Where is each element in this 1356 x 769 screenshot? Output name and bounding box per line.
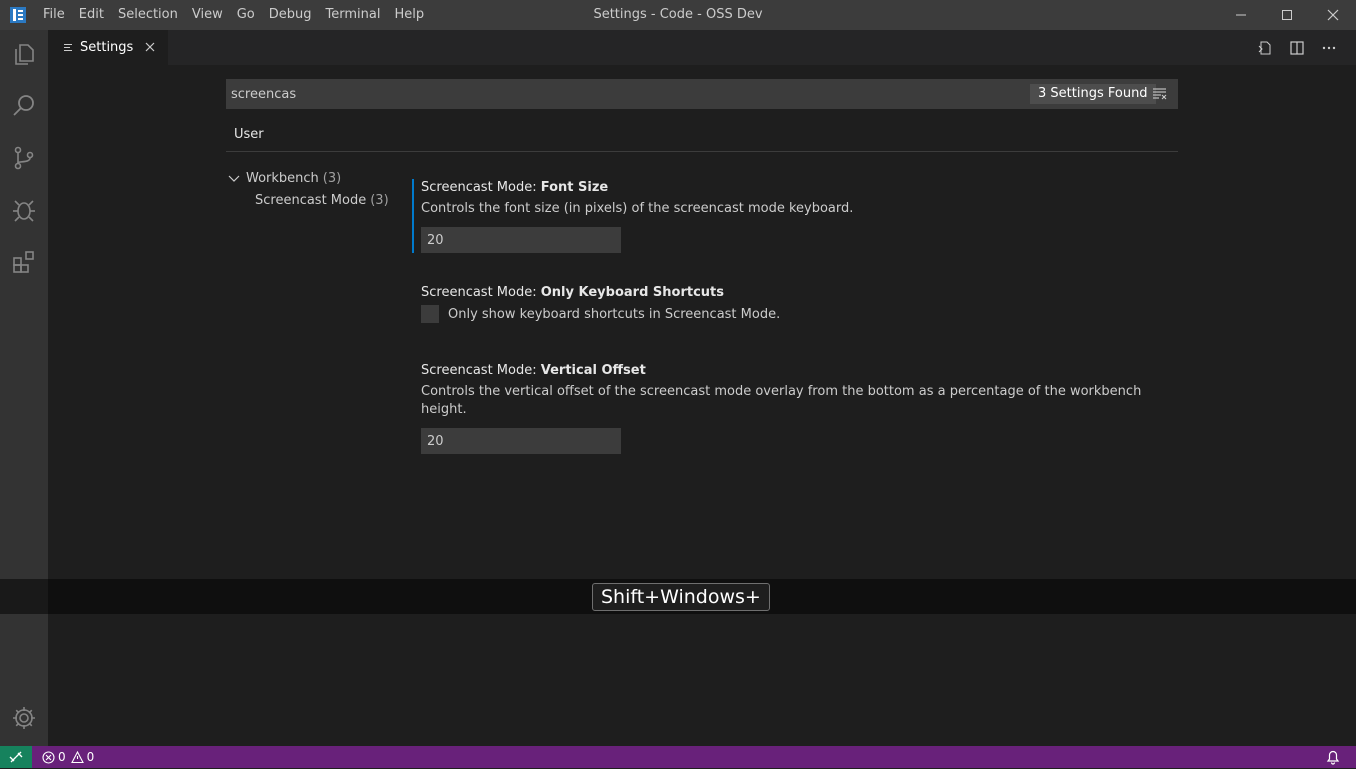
close-window-button[interactable] (1310, 0, 1356, 30)
menu-bar: File Edit Selection View Go Debug Termin… (36, 0, 431, 30)
checkbox-label: Only show keyboard shortcuts in Screenca… (448, 306, 781, 322)
error-count: 0 (58, 750, 66, 764)
screencast-keys: Shift+Windows+ (592, 583, 770, 611)
menu-debug[interactable]: Debug (262, 0, 319, 30)
setting-description: Controls the font size (in pixels) of th… (421, 201, 854, 216)
notifications-bell-icon[interactable] (1326, 749, 1342, 765)
scope-divider (226, 151, 1178, 152)
setting-title: Screencast Mode: Vertical Offset (421, 362, 1171, 380)
close-icon (1327, 9, 1339, 21)
clear-filter-icon[interactable] (1152, 86, 1168, 102)
debug-icon[interactable] (0, 186, 48, 234)
source-control-icon[interactable] (0, 134, 48, 182)
menu-go[interactable]: Go (230, 0, 262, 30)
remote-indicator-icon[interactable] (0, 746, 32, 768)
explorer-icon[interactable] (0, 30, 48, 78)
settings-search-input[interactable] (226, 79, 1006, 109)
maximize-icon (1282, 10, 1292, 20)
extensions-icon[interactable] (0, 238, 48, 286)
toc-count: (3) (370, 192, 389, 208)
error-icon (42, 750, 55, 764)
setting-category: Screencast Mode: (421, 363, 541, 378)
vertical-offset-input[interactable] (421, 428, 621, 454)
setting-category: Screencast Mode: (421, 180, 541, 195)
toc-label: Screencast Mode (255, 192, 367, 208)
setting-font-size: Screencast Mode: Font Size Controls the … (412, 179, 1171, 253)
setting-only-keyboard-shortcuts: Screencast Mode: Only Keyboard Shortcuts… (412, 284, 1171, 323)
window-controls (1218, 0, 1356, 30)
toc-item-screencast-mode[interactable]: Screencast Mode (3) (226, 189, 406, 211)
settings-count-badge: 3 Settings Found (1030, 84, 1156, 104)
minimize-icon (1236, 14, 1246, 16)
font-size-input[interactable] (421, 227, 621, 253)
title-bar: File Edit Selection View Go Debug Termin… (0, 0, 1356, 30)
setting-title: Screencast Mode: Only Keyboard Shortcuts (421, 284, 1171, 302)
tab-close-icon[interactable] (142, 39, 158, 55)
manage-gear-icon[interactable] (0, 696, 48, 740)
maximize-button[interactable] (1264, 0, 1310, 30)
editor-tabs: Settings (48, 30, 1356, 65)
chevron-down-icon (228, 175, 240, 182)
setting-name: Vertical Offset (540, 363, 646, 378)
settings-toc: Workbench (3) Screencast Mode (3) (226, 167, 406, 211)
app-logo-icon (0, 0, 36, 30)
scope-tab-user[interactable]: User (226, 123, 272, 152)
tab-label: Settings (80, 40, 134, 55)
settings-file-icon (64, 43, 78, 53)
open-settings-json-icon[interactable] (1254, 37, 1276, 59)
setting-description: Controls the vertical offset of the scre… (421, 384, 1142, 417)
status-bar: 0 0 (0, 746, 1356, 768)
problems-status[interactable]: 0 0 (42, 750, 94, 764)
warning-count: 0 (86, 750, 95, 764)
tab-settings[interactable]: Settings (48, 30, 168, 65)
only-keyboard-shortcuts-checkbox[interactable] (421, 305, 439, 323)
warning-icon (70, 750, 84, 763)
minimize-button[interactable] (1218, 0, 1264, 30)
setting-name: Only Keyboard Shortcuts (540, 285, 724, 300)
menu-help[interactable]: Help (387, 0, 431, 30)
setting-vertical-offset: Screencast Mode: Vertical Offset Control… (412, 362, 1171, 454)
setting-name: Font Size (540, 180, 609, 195)
menu-terminal[interactable]: Terminal (319, 0, 388, 30)
menu-edit[interactable]: Edit (72, 0, 111, 30)
screencast-keyboard-overlay: Shift+Windows+ (0, 579, 1356, 614)
toc-count: (3) (322, 170, 342, 186)
settings-editor: 3 Settings Found User Workbench (3) Scre… (48, 65, 1356, 746)
toc-label: Workbench (246, 170, 319, 186)
setting-category: Screencast Mode: (421, 285, 541, 300)
settings-search-box: 3 Settings Found (226, 79, 1178, 109)
toc-item-workbench[interactable]: Workbench (3) (226, 167, 406, 189)
split-editor-icon[interactable] (1286, 37, 1308, 59)
setting-title: Screencast Mode: Font Size (421, 179, 1171, 197)
activity-bar (0, 30, 48, 746)
menu-selection[interactable]: Selection (111, 0, 185, 30)
checkbox-row: Only show keyboard shortcuts in Screenca… (421, 305, 1171, 323)
more-actions-icon[interactable] (1318, 37, 1340, 59)
menu-file[interactable]: File (36, 0, 72, 30)
search-icon[interactable] (0, 82, 48, 130)
editor-actions (1254, 30, 1340, 65)
menu-view[interactable]: View (185, 0, 230, 30)
